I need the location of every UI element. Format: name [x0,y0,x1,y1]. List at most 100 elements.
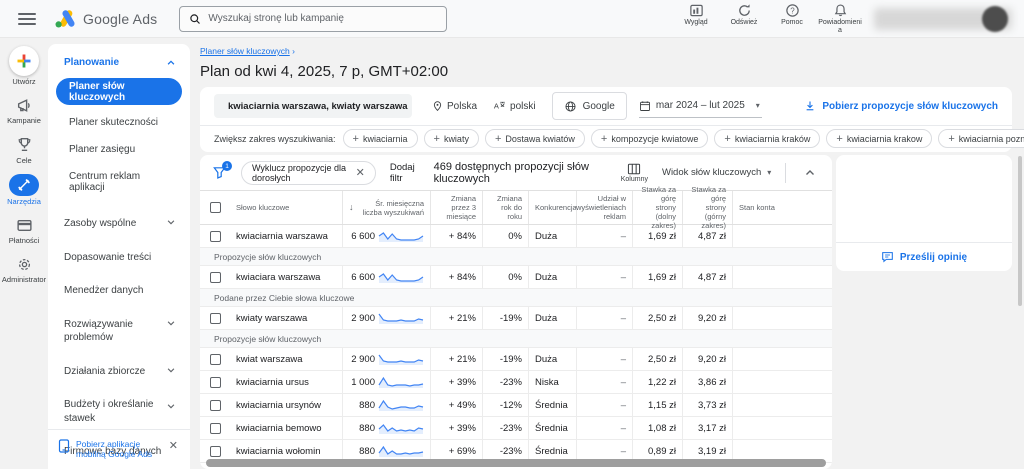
download-keyword-ideas-button[interactable]: Pobierz propozycje słów kluczowych [804,100,998,112]
rail-item-goals[interactable]: Cele [0,135,48,165]
sidebar-section-planning[interactable]: Planowanie [48,44,190,76]
three-month-change-value: + 84% [448,230,476,242]
close-icon[interactable]: ✕ [167,439,180,454]
breadcrumb-keyword-planner-link[interactable]: Planer słów kluczowych [200,46,290,56]
plan-criteria-card: kwiaciarnia warszawa, kwiaty warszawa Po… [200,87,1024,152]
avg-monthly-searches-value: 6 600 [351,230,375,242]
global-search-input[interactable]: Wyszukaj stronę lub kampanię [179,5,448,32]
mobile-app-promo-link[interactable]: Pobierz aplikację mobilną Google Ads [76,439,161,460]
table-row[interactable]: kwiaciarnia ursus 1 000 + 39% -23% Niska… [200,371,832,394]
row-checkbox[interactable] [209,230,221,242]
chevron-down-icon [167,367,175,372]
competition-value: Średnia [535,422,568,434]
column-header-top-of-page-bid-high[interactable]: Stawka za górę strony (górny zakres) [682,185,732,230]
table-row[interactable]: kwiaciarnia warszawa 6 600 + 84% 0% Duża… [200,225,832,248]
broaden-keyword-chip[interactable]: + kwiaty [423,129,479,148]
download-icon [807,101,814,111]
help-button[interactable]: ? Pomoc [768,3,816,35]
row-checkbox[interactable] [209,422,221,434]
chevron-down-icon: ▾ [767,168,772,177]
row-checkbox[interactable] [209,353,221,365]
horizontal-scrollbar[interactable] [206,459,826,467]
collapse-panel-button[interactable] [800,167,820,179]
vertical-scrollbar[interactable] [1018,156,1022,306]
send-feedback-button[interactable]: Prześlij opinię [836,242,1012,271]
location-selector[interactable]: Polska [432,100,477,112]
remove-filter-icon[interactable]: ✕ [356,166,365,179]
keyword-text: kwiaciara warszawa [236,271,321,283]
broaden-keyword-chip[interactable]: + kwiaciarnia krakow [826,129,933,148]
notifications-button[interactable]: Powiadomienia [816,3,864,35]
table-row[interactable]: kwiat warszawa 2 900 + 21% -19% Duża – 2… [200,348,832,371]
add-icon: + [433,132,440,145]
three-month-change-value: + 21% [448,353,476,365]
chevron-down-icon [167,404,175,409]
three-month-change-value: + 84% [448,271,476,283]
keywords-search-input[interactable]: kwiaciarnia warszawa, kwiaty warszawa [214,94,412,118]
menu-icon[interactable] [18,12,36,25]
yoy-change-value: -19% [499,312,522,324]
add-filter-button[interactable]: Dodaj filtr [390,162,420,184]
rail-item-admin[interactable]: Administrator [0,254,48,284]
network-selector[interactable]: Google [551,92,627,120]
sidebar-group-content-suitability[interactable]: Dopasowanie treści [48,241,190,275]
row-checkbox[interactable] [209,445,221,457]
feedback-icon [882,252,893,263]
sidebar-navigation: Planowanie Planer słów kluczowych Planer… [48,44,190,469]
broaden-keyword-chip[interactable]: + kwiaciarnia poznań [938,129,1024,148]
keyword-text: kwiat warszawa [236,353,303,365]
sidebar-group-data-manager[interactable]: Menedżer danych [48,274,190,308]
column-header-three-month-change[interactable]: Zmiana przez 3 miesiące [430,191,482,224]
broaden-keyword-chip[interactable]: + kwiaciarnia [342,129,418,148]
filter-button[interactable]: 1 [212,161,232,180]
sidebar-item-keyword-planner[interactable]: Planer słów kluczowych [56,78,182,105]
sidebar-item-app-ads-hub[interactable]: Centrum reklam aplikacji [48,163,190,201]
row-checkbox[interactable] [209,271,221,283]
sidebar-group-troubleshooting[interactable]: Rozwiązywanie problemów [48,308,190,355]
rail-item-campaigns[interactable]: Kampanie [0,95,48,125]
avatar[interactable] [982,6,1008,32]
column-header-keyword[interactable]: Słowo kluczowe [230,191,342,224]
column-header-account-status[interactable]: Stan konta [732,191,832,224]
column-header-ad-impression-share[interactable]: Udział w wyświetleniach reklam [576,191,632,224]
three-month-change-value: + 21% [448,312,476,324]
column-header-yoy-change[interactable]: Zmiana rok do roku [482,191,528,224]
rail-item-create[interactable]: Utwórz [0,46,48,86]
table-row[interactable]: kwiaciara warszawa 6 600 + 84% 0% Duża –… [200,266,832,289]
sidebar-item-reach-planner[interactable]: Planer zasięgu [48,136,190,163]
column-header-avg-monthly-searches[interactable]: ↓ Śr. miesięczna liczba wyszukiwań [342,191,430,224]
column-header-top-of-page-bid-low[interactable]: Stawka za górę strony (dolny zakres) [632,185,682,230]
chip-label: kwiaciarnia [362,133,408,144]
competition-value: Niska [535,376,559,388]
rail-item-tools[interactable]: Narzędzia [0,173,48,206]
google-ads-keyword-planner: Google Ads Wyszukaj stronę lub kampanię … [0,0,1024,469]
keyword-view-dropdown[interactable]: Widok słów kluczowych ▾ [662,167,771,178]
columns-button[interactable]: Kolumny [621,163,648,183]
calendar-icon [639,100,650,111]
rail-item-billing[interactable]: Płatności [0,215,48,245]
create-plus-icon [9,46,39,76]
language-selector[interactable]: A polski [493,100,536,112]
row-checkbox[interactable] [209,312,221,324]
refresh-button[interactable]: Odśwież [720,3,768,35]
results-count: 469 dostępnych propozycji słów kluczowyc… [433,160,589,185]
sidebar-item-performance-planner[interactable]: Planer skuteczności [48,109,190,136]
appearance-button[interactable]: Wygląd [672,3,720,35]
table-row[interactable]: kwiaciarnia bemowo 880 + 39% -23% Średni… [200,417,832,440]
column-header-competition[interactable]: Konkurencja [528,191,577,224]
broaden-keyword-chip[interactable]: + Dostawa kwiatów [484,129,585,148]
table-row[interactable]: kwiaty warszawa 2 900 + 21% -19% Duża – … [200,307,832,330]
sidebar-group-bulk-actions[interactable]: Działania zbiorcze [48,355,190,389]
select-all-checkbox[interactable] [209,202,221,213]
yoy-change-value: -23% [499,376,522,388]
broaden-keyword-chip[interactable]: + kwiaciarnia kraków [714,129,821,148]
date-range-selector[interactable]: mar 2024 – lut 2025 ▾ [638,95,762,118]
broaden-keyword-chip[interactable]: + kompozycje kwiatowe [590,129,709,148]
table-row[interactable]: kwiaciarnia ursynów 880 + 49% -12% Średn… [200,394,832,417]
row-checkbox[interactable] [209,399,221,411]
adult-ideas-filter-chip[interactable]: Wyklucz propozycje dla dorosłych ✕ [241,160,376,185]
row-checkbox[interactable] [209,376,221,388]
add-icon: + [724,132,731,145]
sidebar-group-shared-assets[interactable]: Zasoby wspólne [48,207,190,241]
breadcrumb-separator: › [292,46,295,56]
